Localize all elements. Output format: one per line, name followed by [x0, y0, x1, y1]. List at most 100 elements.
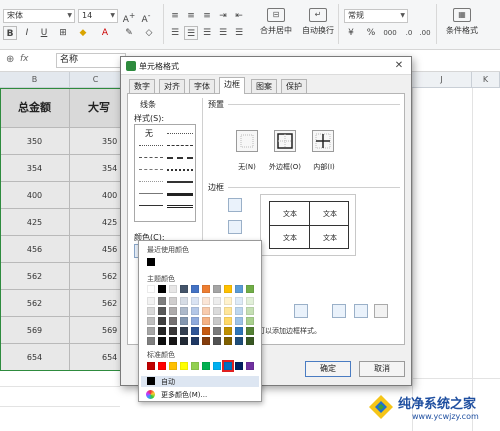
formula-input[interactable]: 名称	[56, 53, 126, 68]
theme-color-swatch[interactable]	[180, 285, 188, 293]
theme-shade-swatch[interactable]	[224, 337, 232, 345]
theme-shade-swatch[interactable]	[180, 297, 188, 305]
align-left-icon[interactable]: ☰	[168, 26, 182, 40]
theme-shade-swatch[interactable]	[191, 337, 199, 345]
theme-color-swatch[interactable]	[202, 285, 210, 293]
theme-shade-swatch[interactable]	[224, 327, 232, 335]
theme-shade-swatch[interactable]	[224, 297, 232, 305]
theme-shade-swatch[interactable]	[169, 327, 177, 335]
number-format-select[interactable]: 常规 ▼	[344, 9, 408, 23]
column-header-c[interactable]: C	[70, 72, 122, 88]
thousands-button[interactable]: 000	[380, 26, 400, 40]
amount-cell[interactable]: 654	[0, 344, 70, 371]
merge-center-button[interactable]: ⊟ 合并居中	[256, 8, 296, 36]
theme-shade-swatch[interactable]	[202, 297, 210, 305]
theme-shade-swatch[interactable]	[147, 327, 155, 335]
standard-color-swatch[interactable]	[235, 362, 243, 370]
border-icon[interactable]: ⊞	[56, 26, 70, 40]
theme-shade-swatch[interactable]	[213, 307, 221, 315]
tab-alignment[interactable]: 对齐	[159, 79, 185, 93]
standard-color-swatch[interactable]	[246, 362, 254, 370]
theme-shade-swatch[interactable]	[180, 327, 188, 335]
currency-button[interactable]: ¥	[344, 26, 358, 40]
tab-protection[interactable]: 保护	[281, 79, 307, 93]
column-header-j[interactable]: J	[412, 72, 472, 88]
theme-color-swatch[interactable]	[169, 285, 177, 293]
italic-button[interactable]: I	[20, 26, 34, 40]
align-top-icon[interactable]: ≡	[168, 9, 182, 23]
theme-color-swatch[interactable]	[147, 285, 155, 293]
theme-shade-swatch[interactable]	[235, 297, 243, 305]
theme-shade-swatch[interactable]	[235, 307, 243, 315]
theme-color-swatch[interactable]	[158, 285, 166, 293]
line-style-option[interactable]	[139, 169, 163, 170]
line-style-option[interactable]	[167, 181, 193, 183]
decrease-decimal-icon[interactable]: .00	[418, 26, 432, 40]
theme-shade-swatch[interactable]	[169, 307, 177, 315]
theme-shade-swatch[interactable]	[202, 327, 210, 335]
amount-cell[interactable]: 569	[0, 317, 70, 344]
theme-shade-swatch[interactable]	[180, 317, 188, 325]
theme-shade-swatch[interactable]	[191, 317, 199, 325]
daxie-cell[interactable]: 654	[70, 344, 122, 371]
theme-shade-swatch[interactable]	[147, 337, 155, 345]
line-style-option[interactable]	[139, 181, 163, 182]
dialog-titlebar[interactable]: 单元格格式 ✕	[121, 57, 411, 75]
justify-icon[interactable]: ☰	[216, 26, 230, 40]
theme-shade-swatch[interactable]	[147, 307, 155, 315]
auto-color-option[interactable]: 自动	[141, 376, 259, 387]
theme-color-swatch[interactable]	[224, 285, 232, 293]
theme-shade-swatch[interactable]	[213, 317, 221, 325]
fill-color-icon[interactable]: ◆	[76, 26, 90, 40]
conditional-format-button[interactable]: ▦ 条件格式	[440, 8, 484, 36]
daxie-cell[interactable]: 569	[70, 317, 122, 344]
fx-icon[interactable]: fx	[20, 54, 29, 64]
header-daxie[interactable]: 大写	[70, 88, 122, 128]
amount-cell[interactable]: 425	[0, 209, 70, 236]
percent-button[interactable]: %	[364, 26, 378, 40]
theme-shade-swatch[interactable]	[213, 297, 221, 305]
amount-cell[interactable]: 562	[0, 290, 70, 317]
border-top-button[interactable]	[228, 198, 242, 212]
theme-shade-swatch[interactable]	[180, 337, 188, 345]
theme-shade-swatch[interactable]	[169, 297, 177, 305]
font-name-select[interactable]: 宋体 ▼	[3, 9, 75, 23]
align-center-icon[interactable]: ☰	[184, 26, 198, 40]
border-diagonal-button[interactable]	[374, 304, 388, 318]
border-middle-button[interactable]	[228, 220, 242, 234]
amount-cell[interactable]: 354	[0, 155, 70, 182]
eraser-icon[interactable]: ◇	[142, 26, 156, 40]
cancel-button[interactable]: 取消	[359, 361, 405, 377]
font-size-select[interactable]: 14 ▼	[78, 9, 118, 23]
theme-shade-swatch[interactable]	[224, 307, 232, 315]
daxie-cell[interactable]: 350	[70, 128, 122, 155]
theme-color-swatch[interactable]	[213, 285, 221, 293]
amount-cell[interactable]: 562	[0, 263, 70, 290]
theme-color-swatch[interactable]	[191, 285, 199, 293]
standard-color-swatch[interactable]	[180, 362, 188, 370]
standard-color-swatch[interactable]	[158, 362, 166, 370]
decrease-font-icon[interactable]: A-	[139, 9, 153, 25]
standard-color-swatch[interactable]	[191, 362, 199, 370]
theme-shade-swatch[interactable]	[246, 297, 254, 305]
line-style-option[interactable]	[167, 157, 193, 159]
preset-inside-button[interactable]	[312, 130, 334, 152]
style-none-option[interactable]: 无	[145, 128, 153, 139]
border-preview[interactable]: 文本 文本 文本 文本	[260, 194, 356, 256]
standard-color-swatch[interactable]	[147, 362, 155, 370]
line-style-option[interactable]	[167, 169, 193, 171]
theme-shade-swatch[interactable]	[246, 307, 254, 315]
line-style-option[interactable]	[139, 145, 163, 146]
font-color-icon[interactable]: A	[98, 26, 112, 40]
recent-color-swatch[interactable]	[147, 258, 155, 266]
border-left-button[interactable]	[294, 304, 308, 318]
tab-font[interactable]: 字体	[189, 79, 215, 93]
more-colors-option[interactable]: 更多颜色(M)...	[141, 389, 259, 400]
line-style-option[interactable]	[139, 193, 163, 194]
theme-shade-swatch[interactable]	[246, 337, 254, 345]
tab-pattern[interactable]: 图案	[251, 79, 277, 93]
daxie-cell[interactable]: 400	[70, 182, 122, 209]
bold-button[interactable]: B	[3, 26, 17, 40]
close-icon[interactable]: ✕	[387, 57, 411, 75]
daxie-cell[interactable]: 562	[70, 290, 122, 317]
